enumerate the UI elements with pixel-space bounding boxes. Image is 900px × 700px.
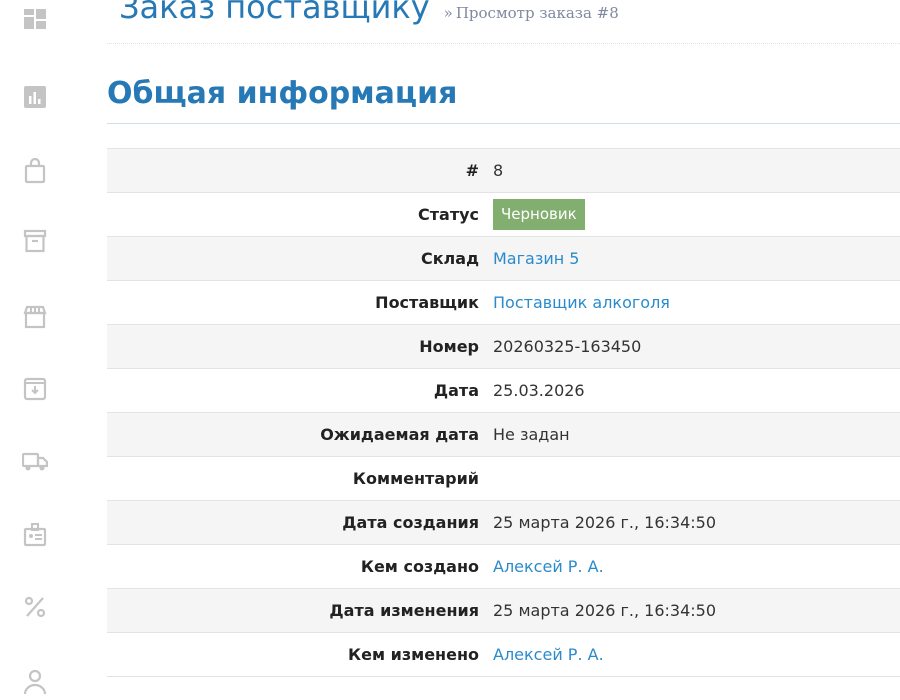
supplier-cell: Поставщик алкоголя [487,281,900,325]
section-title: Общая информация [107,72,900,124]
updated-at-value: 25 марта 2026 г., 16:34:50 [493,601,717,620]
table-row: Статус Черновик [107,192,900,237]
dashboard-icon[interactable] [20,5,50,35]
truck-icon[interactable] [20,446,50,476]
page-header: Заказ поставщику » Просмотр заказа #8 [107,0,900,44]
warehouse-label: Склад [420,249,479,268]
created-by-link[interactable]: Алексей Р. А. [493,557,604,576]
updated-at-label: Дата изменения [329,601,479,620]
created-at-value: 25 марта 2026 г., 16:34:50 [493,513,717,532]
date-label: Дата [433,381,479,400]
table-row: Ожидаемая дата Не задан [107,412,900,457]
table-row: # 8 [107,148,900,193]
doc-number-label: Номер [419,337,479,356]
status-label: Статус [418,205,479,224]
subtitle-text: Просмотр заказа #8 [455,4,619,22]
comment-value [487,457,900,501]
created-at-label: Дата создания [342,513,479,532]
table-row: Дата создания 25 марта 2026 г., 16:34:50 [107,500,900,545]
number-value: 8 [493,161,504,180]
number-label: # [465,161,479,180]
shopping-bag-icon[interactable] [20,156,50,186]
id-card-icon[interactable] [20,520,50,550]
created-by-label: Кем создано [360,557,479,576]
created-by-cell: Алексей Р. А. [487,545,900,589]
page-title: Заказ поставщику [119,0,430,26]
expected-date-value: Не задан [493,425,570,444]
percent-icon[interactable] [20,592,50,622]
subtitle-prefix: » [443,4,453,22]
date-value: 25.03.2026 [493,381,585,400]
table-row: Склад Магазин 5 [107,236,900,281]
expected-date-label: Ожидаемая дата [320,425,479,444]
download-box-icon[interactable] [20,374,50,404]
table-row: Кем создано Алексей Р. А. [107,544,900,589]
updated-by-link[interactable]: Алексей Р. А. [493,645,604,664]
sidebar [0,0,70,700]
order-info-table: # 8 Статус Черновик Склад Магазин 5 Пост… [107,148,900,677]
status-cell: Черновик [487,193,900,237]
status-badge: Черновик [493,199,585,230]
doc-number-value: 20260325-163450 [493,337,642,356]
page-subtitle: » Просмотр заказа #8 [444,4,619,22]
table-row: Комментарий [107,456,900,501]
updated-by-label: Кем изменено [348,645,479,664]
supplier-link[interactable]: Поставщик алкоголя [493,293,670,312]
updated-by-cell: Алексей Р. А. [487,633,900,677]
table-row: Поставщик Поставщик алкоголя [107,280,900,325]
table-row: Дата 25.03.2026 [107,368,900,413]
table-row: Номер 20260325-163450 [107,324,900,369]
supplier-label: Поставщик [375,293,479,312]
archive-icon[interactable] [20,226,50,256]
comment-label: Комментарий [352,469,479,488]
user-icon[interactable] [20,666,50,696]
table-row: Кем изменено Алексей Р. А. [107,632,900,677]
warehouse-link[interactable]: Магазин 5 [493,249,579,268]
store-icon[interactable] [20,302,50,332]
chart-icon[interactable] [20,82,50,112]
table-row: Дата изменения 25 марта 2026 г., 16:34:5… [107,588,900,633]
warehouse-cell: Магазин 5 [487,237,900,281]
